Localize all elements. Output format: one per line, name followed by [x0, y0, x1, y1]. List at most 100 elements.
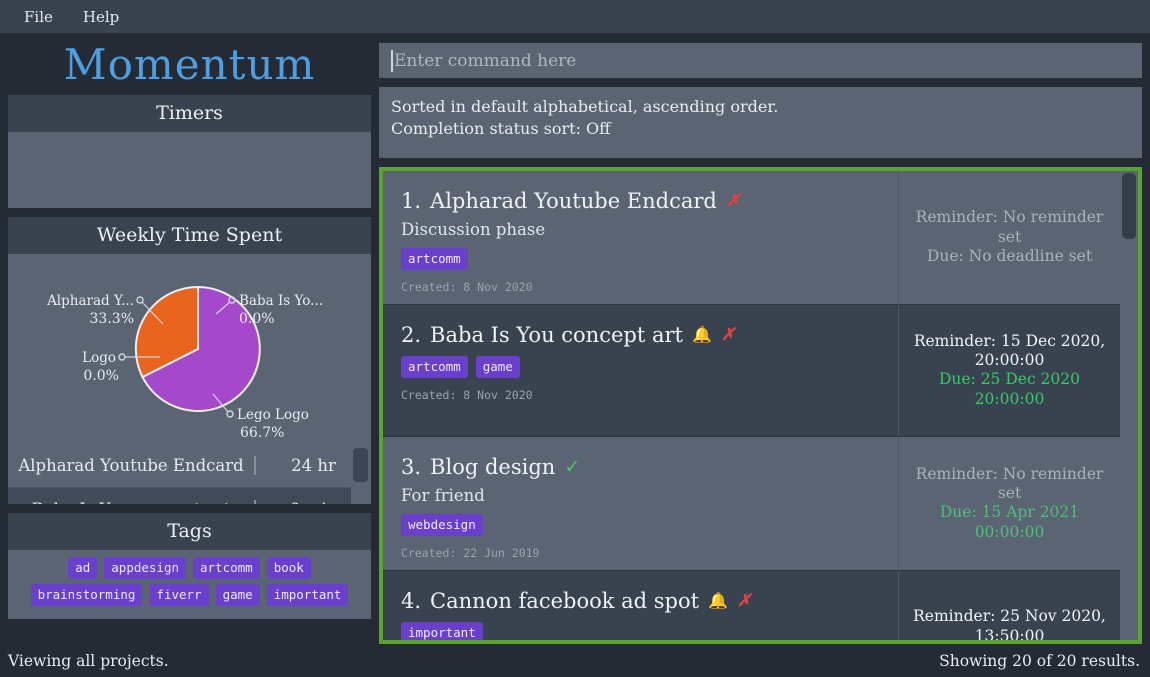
- timers-panel-title: Timers: [8, 95, 371, 132]
- menu-item-help[interactable]: Help: [73, 4, 129, 30]
- task-created: Created: 8 Nov 2020: [401, 387, 533, 402]
- tag-chip[interactable]: fiverr: [149, 584, 209, 606]
- task-reminder: Reminder: 25 Nov 2020, 13:50:00: [913, 607, 1106, 640]
- task-row[interactable]: 2. Baba Is You concept art 🔔 ✗ artcomm g…: [383, 304, 1120, 437]
- pie-value-baba: 0.0%: [239, 311, 275, 327]
- task-title-line: 1. Alpharad Youtube Endcard ✗: [401, 189, 882, 213]
- task-list-scrollbar[interactable]: [1120, 170, 1138, 640]
- task-main[interactable]: 4. Cannon facebook ad spot 🔔 ✗ important…: [383, 570, 898, 640]
- tag-chip[interactable]: book: [266, 557, 311, 579]
- task-main[interactable]: 3. Blog design ✓ For friend webdesign Cr…: [383, 436, 898, 570]
- task-tags: webdesign: [401, 513, 882, 536]
- task-tags: artcomm: [401, 247, 882, 270]
- command-bar[interactable]: [379, 43, 1142, 79]
- task-row[interactable]: 4. Cannon facebook ad spot 🔔 ✗ important…: [383, 570, 1120, 640]
- task-number: 3.: [401, 454, 422, 479]
- task-list-container: 1. Alpharad Youtube Endcard ✗ Discussion…: [379, 166, 1142, 644]
- table-cell-project: Baba Is You concept art: [8, 500, 256, 504]
- status-bar-left: Viewing all projects.: [8, 651, 169, 670]
- pie-callout-dot-3: [118, 353, 126, 361]
- tag-chip[interactable]: brainstorming: [30, 584, 143, 606]
- tags-panel: Tags ad appdesign artcomm book brainstor…: [8, 513, 371, 619]
- pie-label-alpharad: Alpharad Y...: [46, 293, 134, 309]
- table-row[interactable]: Baba Is You concept art 0 min: [8, 488, 371, 504]
- task-number: 4.: [401, 588, 422, 613]
- main-layout: Momentum Timers Weekly Time Spent Alphar…: [0, 33, 1150, 644]
- table-row[interactable]: Alpharad Youtube Endcard 24 hr: [8, 444, 371, 488]
- menu-bar: File Help: [0, 0, 1150, 33]
- task-meta: Reminder: No reminder set Due: No deadli…: [898, 170, 1120, 304]
- task-list: 1. Alpharad Youtube Endcard ✗ Discussion…: [383, 170, 1120, 640]
- menu-item-file[interactable]: File: [14, 4, 63, 30]
- task-list-scrollbar-thumb[interactable]: [1122, 172, 1136, 239]
- table-cell-project: Alpharad Youtube Endcard: [8, 456, 256, 475]
- task-tags: important: [401, 621, 882, 640]
- pie-value-logo: 0.0%: [83, 368, 119, 384]
- tag-chip[interactable]: game: [475, 355, 520, 378]
- tag-chip[interactable]: game: [215, 584, 260, 606]
- check-icon: ✓: [564, 455, 581, 478]
- tags-row: ad appdesign artcomm book: [16, 557, 363, 579]
- bell-icon: 🔔: [691, 325, 712, 345]
- task-row[interactable]: 3. Blog design ✓ For friend webdesign Cr…: [383, 436, 1120, 571]
- task-meta: Reminder: 25 Nov 2020, 13:50:00 Due: 12 …: [898, 570, 1120, 640]
- task-title-line: 4. Cannon facebook ad spot 🔔 ✗: [401, 589, 882, 613]
- x-icon: ✗: [725, 190, 741, 211]
- task-title: Cannon facebook ad spot: [430, 588, 700, 613]
- timers-panel: Timers: [8, 95, 371, 208]
- command-input[interactable]: [394, 50, 1142, 71]
- tags-list: ad appdesign artcomm book brainstorming …: [8, 550, 371, 619]
- task-reminder: Reminder: No reminder set: [915, 464, 1104, 503]
- timers-list[interactable]: [8, 132, 371, 208]
- task-description: Discussion phase: [401, 219, 546, 239]
- x-icon: ✗: [720, 324, 736, 345]
- task-title: Blog design: [430, 454, 556, 479]
- task-meta: Reminder: 15 Dec 2020, 20:00:00 Due: 25 …: [898, 304, 1120, 436]
- weekly-table-scrollbar[interactable]: [351, 444, 371, 504]
- text-caret: [391, 49, 393, 72]
- content-area: Sorted in default alphabetical, ascendin…: [379, 33, 1150, 644]
- weekly-time-table[interactable]: Alpharad Youtube Endcard 24 hr Baba Is Y…: [8, 444, 371, 504]
- weekly-time-panel: Weekly Time Spent Alpharad Y... 33.3% Ba…: [8, 217, 371, 504]
- bell-icon: 🔔: [708, 591, 729, 611]
- task-due: Due: 15 Apr 2021 00:00:00: [939, 503, 1080, 541]
- tags-row: brainstorming fiverr game important: [16, 584, 363, 606]
- tag-chip[interactable]: ad: [68, 557, 98, 579]
- weekly-table-scrollbar-thumb[interactable]: [353, 448, 368, 482]
- pie-value-lego: 66.7%: [240, 425, 284, 441]
- status-bar-right: Showing 20 of 20 results.: [939, 651, 1140, 670]
- task-due: Due: 25 Dec 2020 20:00:00: [938, 370, 1081, 408]
- task-main[interactable]: 2. Baba Is You concept art 🔔 ✗ artcomm g…: [383, 304, 898, 436]
- status-line-sort: Sorted in default alphabetical, ascendin…: [391, 97, 779, 117]
- status-bar: Viewing all projects. Showing 20 of 20 r…: [0, 644, 1150, 677]
- sidebar: Momentum Timers Weekly Time Spent Alphar…: [0, 33, 379, 644]
- task-tags: artcomm game: [401, 355, 882, 378]
- task-meta: Reminder: No reminder set Due: 15 Apr 20…: [898, 436, 1120, 570]
- app-title: Momentum: [63, 39, 316, 89]
- tag-chip[interactable]: important: [401, 621, 483, 640]
- status-line-completion: Completion status sort: Off: [391, 118, 611, 138]
- pie-label-baba: Baba Is Yo...: [239, 293, 323, 309]
- task-main[interactable]: 1. Alpharad Youtube Endcard ✗ Discussion…: [383, 170, 898, 304]
- tags-panel-title: Tags: [8, 513, 371, 550]
- task-reminder: Reminder: 15 Dec 2020, 20:00:00: [913, 331, 1106, 370]
- x-icon: ✗: [737, 590, 752, 611]
- task-row[interactable]: 1. Alpharad Youtube Endcard ✗ Discussion…: [383, 170, 1120, 305]
- tag-chip[interactable]: webdesign: [401, 513, 483, 536]
- tag-chip[interactable]: appdesign: [104, 557, 186, 579]
- status-panel: Sorted in default alphabetical, ascendin…: [379, 87, 1142, 158]
- tag-chip[interactable]: artcomm: [401, 247, 468, 270]
- tag-chip[interactable]: artcomm: [401, 355, 468, 378]
- task-created: Created: 22 Jun 2019: [401, 545, 540, 560]
- task-title: Alpharad Youtube Endcard: [430, 188, 717, 213]
- tag-chip[interactable]: artcomm: [193, 557, 260, 579]
- task-number: 2.: [401, 322, 422, 347]
- task-due: Due: No deadline set: [926, 247, 1093, 266]
- tag-chip[interactable]: important: [266, 584, 349, 606]
- task-number: 1.: [401, 188, 422, 213]
- task-reminder: Reminder: No reminder set: [915, 208, 1104, 246]
- weekly-time-pie-chart: Alpharad Y... 33.3% Baba Is Yo... 0.0% L…: [8, 254, 371, 444]
- pie-chart-svg: Alpharad Y... 33.3% Baba Is Yo... 0.0% L…: [46, 285, 323, 441]
- task-title-line: 3. Blog design ✓: [401, 455, 882, 479]
- weekly-time-panel-title: Weekly Time Spent: [8, 217, 371, 254]
